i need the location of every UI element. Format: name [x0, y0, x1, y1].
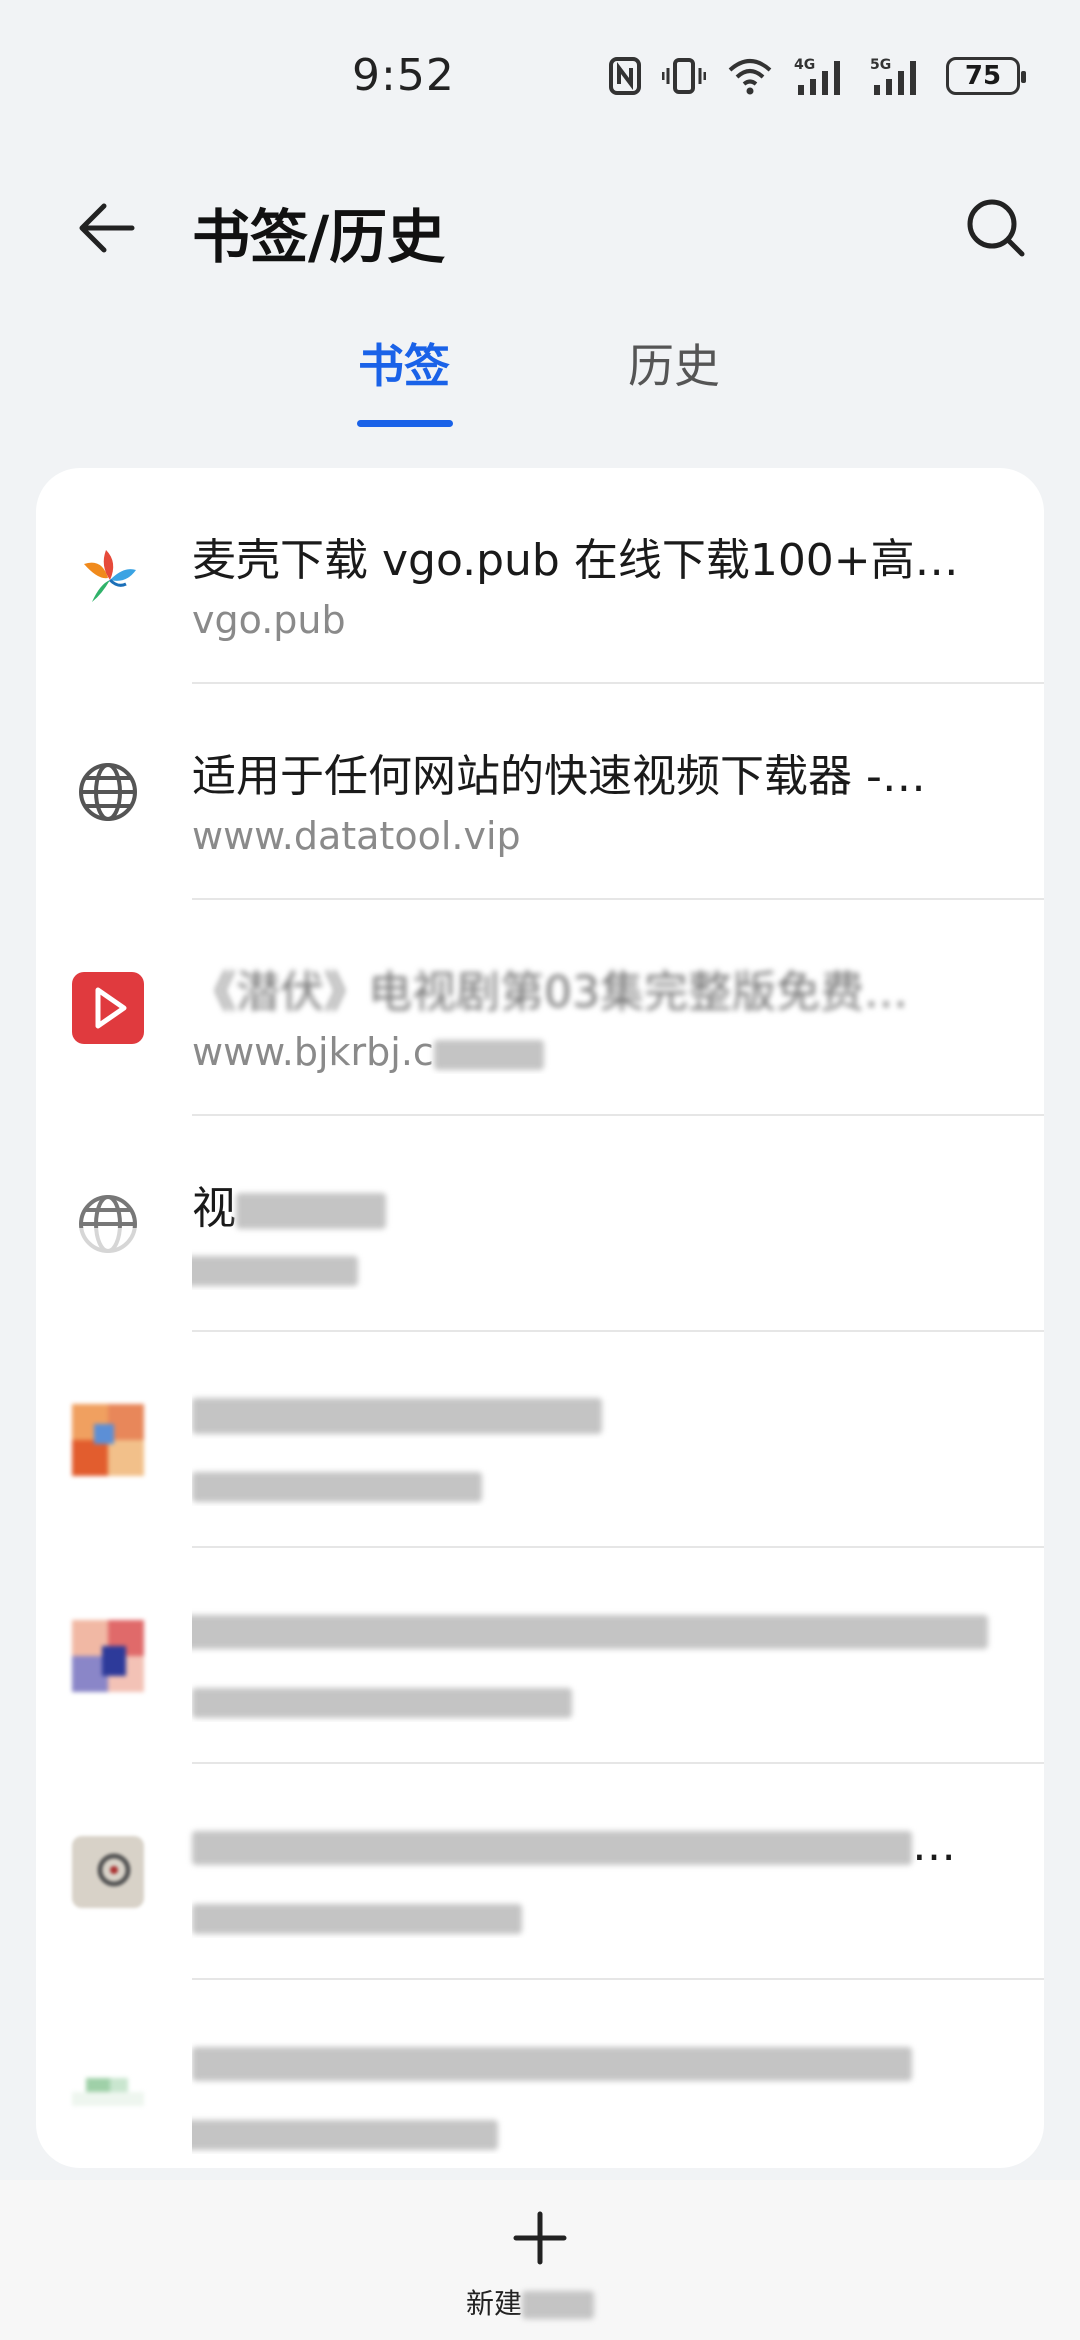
redacted-text	[192, 1471, 482, 1502]
item-title: 适用于任何网站的快速视频下载器 -…	[192, 751, 926, 802]
item-title	[192, 1388, 1032, 1439]
bird-logo-icon	[72, 540, 144, 612]
net-label-4g: 4G	[794, 57, 815, 73]
list-item[interactable]: 适用于任何网站的快速视频下载器 -… www.datatool.vip	[36, 684, 1044, 900]
redacted-text	[192, 1903, 522, 1934]
item-url-text: www.bjkrbj.c	[192, 1030, 434, 1074]
item-title	[192, 1604, 1032, 1655]
status-bar: 9:52 4G 5G 75	[0, 0, 1080, 150]
colored-tiles-icon	[72, 1620, 144, 1692]
green-tiles-icon	[72, 2052, 144, 2124]
list-item[interactable]: …	[36, 1764, 1044, 1980]
redacted-text	[236, 1193, 386, 1229]
item-url: www.bjkrbj.c	[192, 1030, 992, 1074]
item-url: vgo.pub	[192, 598, 346, 642]
search-icon	[967, 199, 1025, 257]
tab-bookmarks[interactable]: 书签	[358, 330, 450, 396]
item-title: 《潜伏》电视剧第03集完整版免费…	[192, 956, 1032, 1020]
redacted-text	[192, 1687, 572, 1718]
gray-badge-icon	[72, 1836, 144, 1908]
redacted-text	[192, 2119, 498, 2150]
signal-4g-icon: 4G	[794, 55, 850, 97]
redacted-text	[192, 1255, 358, 1286]
redacted-text	[192, 1398, 602, 1434]
status-icons: 4G 5G 75	[608, 55, 1026, 97]
plus-icon	[513, 2211, 567, 2265]
item-title: 麦壳下载 vgo.pub 在线下载100+高…	[192, 535, 959, 586]
new-bookmark-text: 新建	[466, 2287, 523, 2320]
item-title	[192, 2036, 1032, 2087]
item-url	[192, 2110, 992, 2154]
globe-icon	[72, 1188, 144, 1260]
item-title: 视	[192, 1172, 1032, 1236]
vibrate-icon	[662, 55, 706, 97]
list-item[interactable]: 《潜伏》电视剧第03集完整版免费… www.bjkrbj.c	[36, 900, 1044, 1116]
item-title-text: 《潜伏》电视剧第03集完整版免费…	[192, 967, 908, 1018]
item-title-text: 视	[192, 1183, 236, 1234]
item-title-text: …	[912, 1820, 956, 1871]
item-url: www.datatool.vip	[192, 814, 521, 858]
footer: 新建	[0, 2180, 1080, 2340]
item-url	[192, 1894, 992, 1938]
item-url	[192, 1462, 992, 1506]
header: 书签/历史	[0, 170, 1080, 280]
nfc-icon	[608, 55, 642, 97]
list-item[interactable]: 麦壳下载 vgo.pub 在线下载100+高… vgo.pub	[36, 468, 1044, 684]
battery-icon: 75	[946, 57, 1026, 95]
new-bookmark-label: 新建	[466, 2282, 595, 2322]
status-time: 9:52	[352, 50, 455, 101]
net-label-5g: 5G	[870, 57, 891, 73]
redacted-text	[192, 1615, 988, 1649]
list-item[interactable]	[36, 1332, 1044, 1548]
redacted-text	[522, 2291, 595, 2319]
list-item[interactable]: 视	[36, 1116, 1044, 1332]
redacted-text	[433, 1039, 544, 1070]
video-play-icon	[72, 972, 144, 1044]
wifi-icon	[726, 55, 774, 97]
tab-history[interactable]: 历史	[628, 330, 720, 396]
search-button[interactable]	[956, 188, 1036, 268]
new-bookmark-button[interactable]: 新建	[440, 2208, 640, 2328]
redacted-text	[192, 2047, 912, 2081]
colored-tiles-icon	[72, 1404, 144, 1476]
back-arrow-icon	[79, 203, 135, 253]
item-url	[192, 1246, 992, 1290]
tab-indicator	[357, 420, 453, 427]
item-url	[192, 1678, 992, 1722]
item-title: …	[192, 1820, 1032, 1871]
page-title: 书签/历史	[192, 203, 446, 271]
bookmark-list: 麦壳下载 vgo.pub 在线下载100+高… vgo.pub 适用于任何网站的…	[36, 468, 1044, 2168]
tab-bar: 书签 历史	[0, 330, 1080, 440]
signal-5g-icon: 5G	[870, 55, 926, 97]
list-item[interactable]	[36, 1980, 1044, 2168]
redacted-text	[192, 1831, 912, 1865]
list-item[interactable]	[36, 1548, 1044, 1764]
back-button[interactable]	[66, 188, 146, 268]
globe-icon	[72, 756, 144, 828]
